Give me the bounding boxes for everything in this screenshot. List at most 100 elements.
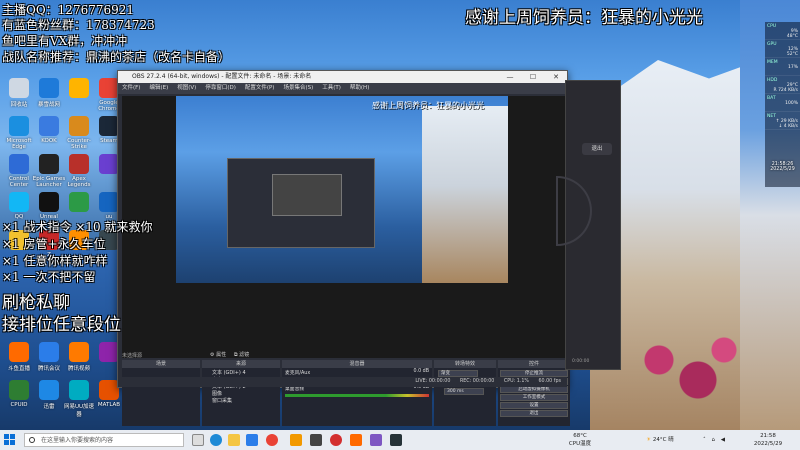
steam-taskbar-icon[interactable] (390, 434, 402, 446)
desktop-icon[interactable]: Epic Games Launcher (32, 154, 66, 188)
overlay-gift-3: ×1 任意你样就咋样 (2, 254, 108, 268)
obs-title-bar[interactable]: OBS 27.2.4 (64-bit, windows) - 配置文件: 未命名… (118, 71, 567, 83)
task-view-icon[interactable] (192, 434, 204, 446)
duration-input[interactable]: 300 ms (444, 388, 484, 395)
side-app-window[interactable]: 退出 0:00:00 (556, 80, 621, 370)
desktop-icon[interactable] (62, 78, 96, 100)
sources-panel-header: 来源 (202, 360, 280, 368)
control-button[interactable]: 启动虚拟摄像机 (500, 386, 568, 393)
taskbar: 在这里输入你要搜索的内容 68°C CPU温度 ☀ 24°C 晴 ˄ ⌂ ◀ 2… (0, 430, 800, 450)
desktop-icon-label: Epic Games Launcher (32, 176, 66, 188)
obs-menu-bar: 文件(F) 编辑(E) 视图(V) 停靠窗口(D) 配置文件(P) 场景集合(S) 工具(T… (118, 83, 567, 94)
obs-window[interactable]: OBS 27.2.4 (64-bit, windows) - 配置文件: 未命名… (117, 70, 570, 426)
chevron-up-icon[interactable]: ˄ (703, 437, 708, 443)
edge-taskbar-icon[interactable] (210, 434, 222, 446)
hw-monitor-row: NET ↑ 29 KB/s ↓ 4 KB/s (765, 112, 800, 130)
obs-menu-item[interactable]: 工具(T) (322, 85, 341, 91)
hw-monitor-sub: ↓ 4 KB/s (778, 124, 798, 129)
overlay-gift-2: ×1 房管+永久车位 (2, 237, 106, 251)
desktop-icon[interactable]: 腾讯视频 (62, 342, 96, 372)
taskbar-time: 21:58 (760, 433, 776, 439)
desktop-icon-label: Microsoft Edge (6, 138, 32, 150)
desktop-icon[interactable]: 网易UU加速器 (62, 380, 96, 418)
volume-meter[interactable] (285, 394, 429, 397)
obs-menu-item[interactable]: 视图(V) (177, 85, 196, 91)
desktop-icon[interactable]: Unreal (32, 192, 66, 220)
obs-taskbar-icon[interactable] (310, 434, 322, 446)
desktop-icon[interactable]: 迅雷 (32, 380, 66, 410)
cpu-usage: CPU: 1.1% (503, 379, 529, 384)
app-icon (39, 192, 59, 212)
obs-menu-item[interactable]: 配置文件(P) (245, 85, 275, 91)
hw-monitor-value: 100% (785, 101, 798, 106)
system-tray-icons[interactable]: ˄ ⌂ ◀ (690, 432, 740, 448)
obs-menu-item[interactable]: 停靠窗口(D) (205, 85, 236, 91)
app-icon (99, 78, 119, 98)
properties-button[interactable]: ⚙ 属性 (210, 351, 226, 358)
maximize-button[interactable]: ☐ (522, 71, 544, 83)
desktop-icon-label: Counter-Strike (67, 138, 91, 150)
desktop-icon-label: 腾讯会议 (37, 366, 60, 372)
app-icon (99, 154, 119, 174)
desktop-icon[interactable]: Control Center (2, 154, 36, 188)
desktop-icon[interactable]: Apex Legends (62, 154, 96, 188)
desktop-icon[interactable]: Counter-Strike (62, 116, 96, 150)
douyu-taskbar-icon[interactable] (350, 434, 362, 446)
desktop-icon[interactable]: QQ (2, 192, 36, 220)
volume-icon[interactable]: ◀ (721, 437, 727, 443)
obs-menu-item[interactable]: 帮助(H) (350, 85, 369, 91)
obs-menu-item[interactable]: 场景集合(S) (283, 85, 313, 91)
side-app-exit-button[interactable]: 退出 (582, 143, 612, 155)
tool-taskbar-icon[interactable] (370, 434, 382, 446)
preview-village (422, 106, 508, 283)
control-button[interactable]: 设置 (500, 402, 568, 409)
control-button[interactable]: 停止推流 (500, 370, 568, 377)
source-item[interactable]: 窗口采集 (202, 398, 280, 405)
app-taskbar-icon[interactable] (290, 434, 302, 446)
preview-thanks-text: 感谢上周饲养员：狂暴的小光光 (372, 101, 484, 110)
app-icon (39, 342, 59, 362)
taskbar-clock[interactable]: 21:58 2022/5/29 (748, 432, 788, 448)
source-item[interactable]: 文本 (GDI+) 4 (202, 370, 280, 377)
minimize-button[interactable]: — (499, 71, 521, 83)
filters-button[interactable]: ⧉ 滤镜 (234, 351, 249, 358)
chrome-taskbar-icon[interactable] (266, 434, 278, 446)
clock-widget: 21:58:26 2022/5/29 (765, 162, 800, 172)
desktop-icon[interactable]: 腾讯会议 (32, 342, 66, 372)
windows-start-icon[interactable] (4, 434, 16, 446)
obs-menu-item[interactable]: 编辑(E) (149, 85, 168, 91)
source-item[interactable]: 图像 (202, 391, 280, 398)
desktop-icon-label: 腾讯视频 (67, 366, 90, 372)
control-button[interactable]: 退出 (500, 410, 568, 417)
desktop-icon[interactable]: 回收站 (2, 78, 36, 108)
taskbar-search-input[interactable]: 在这里输入你要搜索的内容 (24, 433, 184, 447)
overlay-thanks: 感谢上周饲养员：狂暴的小光光 (465, 8, 703, 28)
control-button[interactable]: 工作室模式 (500, 394, 568, 401)
desktop-icon[interactable]: 暴雪战网 (32, 78, 66, 108)
obs-preview[interactable]: 感谢上周饲养员：狂暴的小光光 (122, 96, 565, 358)
desktop-icon[interactable]: Microsoft Edge (2, 116, 36, 150)
desktop-icon[interactable]: 斗鱼直播 (2, 342, 36, 372)
app-icon (9, 154, 29, 174)
weather-tray[interactable]: ☀ 24°C 晴 (640, 432, 680, 448)
desktop-icon[interactable]: CPUID (2, 380, 36, 408)
close-button[interactable]: ✕ (545, 71, 567, 83)
controls-panel-header: 控件 (498, 360, 570, 368)
wallpaper-flowers (620, 320, 750, 420)
app-icon (9, 380, 29, 400)
cpu-temp-tray[interactable]: 68°C CPU温度 (560, 432, 600, 448)
media-taskbar-icon[interactable] (330, 434, 342, 446)
weather-temp: 24°C (652, 437, 667, 443)
desktop-icon[interactable]: KOOK (32, 116, 66, 144)
sun-icon: ☀ (646, 437, 652, 443)
store-taskbar-icon[interactable] (246, 434, 258, 446)
file-explorer-icon[interactable] (228, 434, 240, 446)
obs-menu-item[interactable]: 文件(F) (122, 85, 140, 91)
network-icon[interactable]: ⌂ (712, 437, 718, 443)
transition-select[interactable]: 渐变 (438, 370, 478, 377)
hw-monitor-row: GPU 12% 52°C (765, 40, 800, 58)
desktop-icon[interactable] (62, 192, 96, 214)
app-icon (69, 192, 89, 212)
overlay-gift-1: ×1 战术指令 ×10 就来救你 (2, 220, 153, 234)
side-app-footer: 0:00:00 (572, 359, 590, 364)
